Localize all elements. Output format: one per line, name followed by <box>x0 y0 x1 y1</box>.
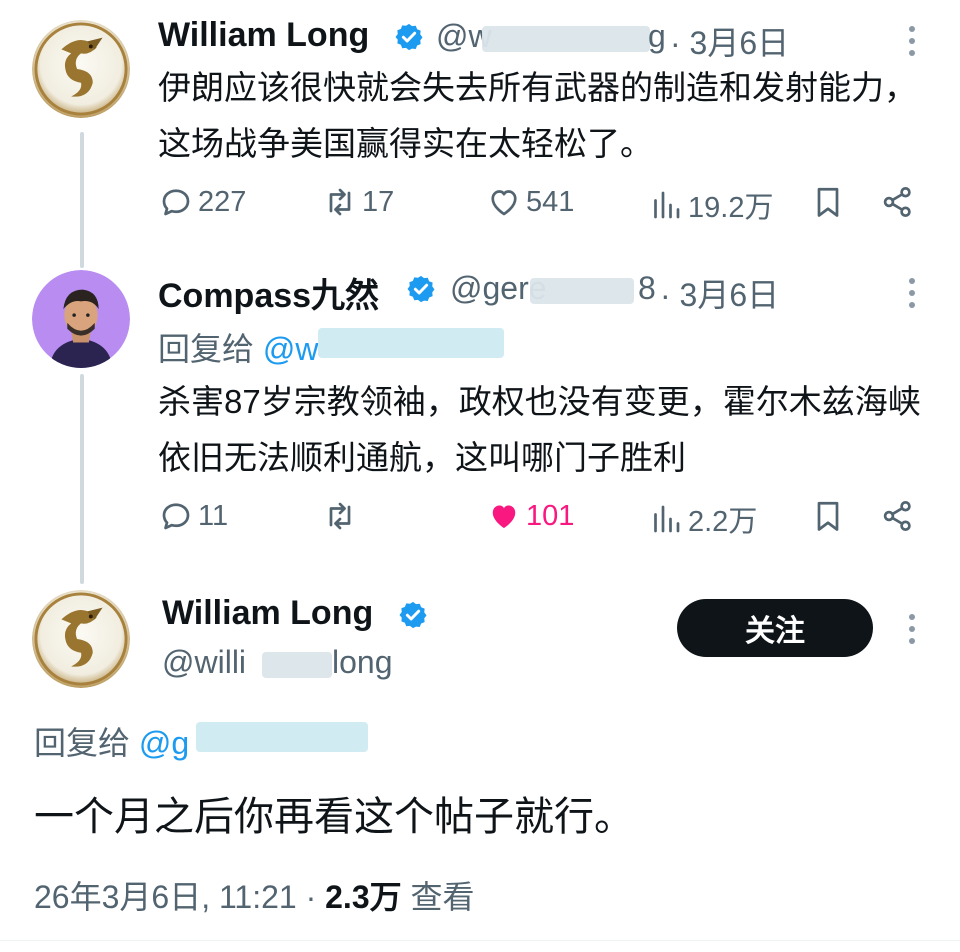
heart-filled-icon <box>492 505 516 528</box>
views-button[interactable]: 19.2万 <box>648 184 773 226</box>
bookmark-button[interactable] <box>810 184 846 220</box>
view-count: 2.3万 <box>325 879 402 915</box>
reply-button[interactable]: 11 <box>158 498 228 534</box>
like-button[interactable]: 101 <box>486 498 574 534</box>
share-button[interactable] <box>880 184 916 220</box>
bookmark-icon <box>817 187 839 217</box>
redacted-reply-handle <box>196 722 368 752</box>
display-name[interactable]: Compass九然 <box>158 268 379 317</box>
retweet-button[interactable] <box>322 498 362 534</box>
more-options-icon[interactable] <box>906 276 918 310</box>
tweet-text: 杀害87岁宗教领袖，政权也没有变更，霍尔木兹海峡依旧无法顺利通航，这叫哪门子胜利 <box>158 383 921 476</box>
handle[interactable]: @willi <box>162 644 246 681</box>
retweet-count: 17 <box>362 185 395 218</box>
reply-button[interactable]: 227 <box>158 184 246 220</box>
like-button[interactable]: 541 <box>486 184 574 220</box>
replying-to: 回复给 @w <box>158 331 319 367</box>
views-button[interactable]: 2.2万 <box>648 498 757 540</box>
handle-tail: 8 <box>638 270 656 306</box>
post-timestamp[interactable]: 26年3月6日, 11:21 · 2.3万 查看 <box>34 872 475 918</box>
post-date[interactable]: · 3月6日 <box>660 270 779 316</box>
tweet-text: 一个月之后你再看这个帖子就行。 <box>34 795 634 839</box>
handle-tail: g <box>648 18 666 54</box>
like-count: 101 <box>526 499 575 532</box>
follow-button[interactable]: 关注 <box>677 599 873 657</box>
views-icon <box>654 505 680 533</box>
bookmark-icon <box>817 501 839 531</box>
replying-to: 回复给 @g <box>34 725 190 761</box>
verified-badge-icon <box>398 600 428 630</box>
redacted-handle <box>530 278 634 304</box>
divider <box>0 940 960 941</box>
bookmark-button[interactable] <box>810 498 846 534</box>
tweet-text: 伊朗应该很快就会失去所有武器的制造和发射能力，这场战争美国赢得实在太轻松了。 <box>158 69 917 162</box>
thread-line <box>80 132 84 268</box>
reply-icon <box>162 189 190 216</box>
more-options-icon[interactable] <box>906 612 918 646</box>
avatar-dragon[interactable] <box>32 590 130 688</box>
heart-icon <box>491 190 517 216</box>
reply-handle-link[interactable]: @w <box>263 331 319 367</box>
more-options-icon[interactable] <box>906 24 918 58</box>
share-icon <box>883 187 911 217</box>
verified-badge-icon <box>394 22 424 52</box>
views-count: 2.2万 <box>688 506 758 538</box>
retweet-icon <box>329 502 351 530</box>
redacted-reply-handle <box>318 328 504 358</box>
thread-line <box>80 374 84 584</box>
views-count: 19.2万 <box>688 192 774 224</box>
redacted-handle <box>262 652 332 678</box>
verified-badge-icon <box>406 274 436 304</box>
avatar-dragon[interactable] <box>32 20 130 118</box>
reply-count: 227 <box>198 185 247 218</box>
avatar-man[interactable] <box>32 270 130 368</box>
share-icon <box>883 501 911 531</box>
reply-count: 11 <box>198 499 229 532</box>
display-name[interactable]: William Long <box>158 16 369 55</box>
share-button[interactable] <box>880 498 916 534</box>
reply-handle-link[interactable]: @g <box>139 725 189 761</box>
retweet-icon <box>329 188 351 216</box>
retweet-button[interactable]: 17 <box>322 184 394 220</box>
display-name[interactable]: William Long <box>162 594 373 633</box>
redacted-handle <box>482 26 650 52</box>
handle-tail: long <box>332 644 393 680</box>
reply-icon <box>162 503 190 530</box>
views-icon <box>654 191 680 219</box>
like-count: 541 <box>526 185 575 218</box>
post-date[interactable]: · 3月6日 <box>670 18 789 64</box>
